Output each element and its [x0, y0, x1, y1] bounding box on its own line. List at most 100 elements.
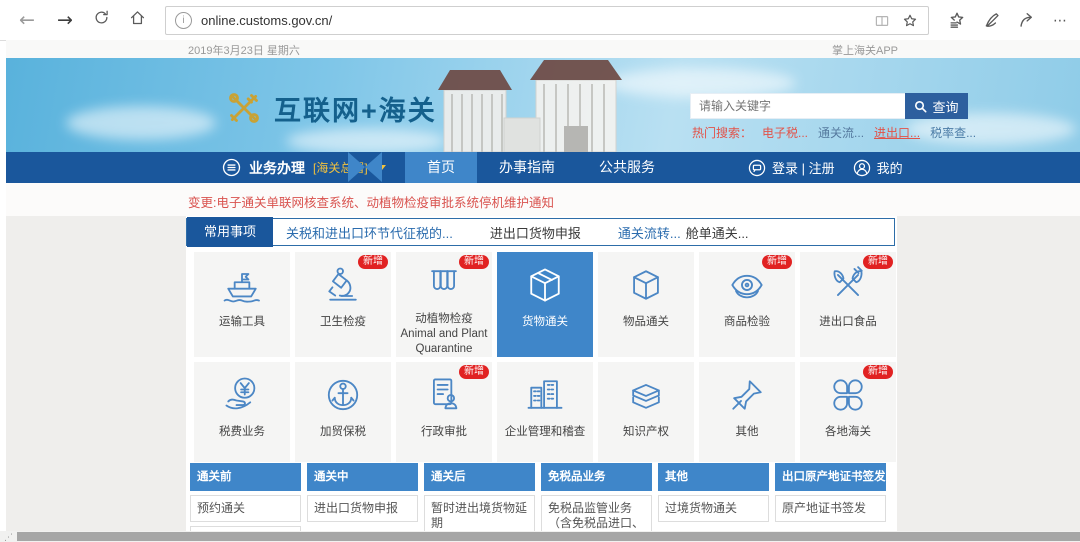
browser-toolbar: ← → i online.customs.gov.cn/ ⋯: [0, 0, 1080, 41]
new-badge: 新增: [459, 255, 489, 269]
favorite-star-icon[interactable]: [902, 13, 918, 29]
browser-window: ← → i online.customs.gov.cn/ ⋯ 2019年3月23…: [0, 0, 1080, 542]
service-card-1[interactable]: 卫生检疫 新增: [295, 252, 391, 357]
category-item[interactable]: 预约通关: [190, 495, 301, 522]
home-icon[interactable]: [124, 7, 150, 33]
nav-item-2[interactable]: 公共服务: [577, 152, 677, 183]
new-badge: 新增: [863, 365, 893, 379]
microscope-icon: [321, 261, 365, 309]
tab-3[interactable]: 通关流转...: [618, 223, 681, 242]
site-topbar: 2019年3月23日 星期六 掌上海关APP: [6, 40, 1080, 58]
more-menu-icon[interactable]: ⋯: [1053, 12, 1068, 29]
service-label: 企业管理和稽查: [502, 425, 589, 440]
service-label: 运输工具: [216, 315, 268, 330]
service-label: 货物通关: [519, 315, 571, 330]
service-card-11[interactable]: 知识产权: [598, 362, 694, 462]
search-input[interactable]: [690, 93, 907, 119]
category-header[interactable]: 通关后: [424, 463, 535, 491]
test-tubes-icon: [422, 261, 466, 306]
cloud-decoration: [66, 106, 216, 140]
hot-search-link-2[interactable]: 进出口...: [874, 124, 920, 141]
tab-0[interactable]: 常用事项: [187, 217, 273, 247]
business-menu-label: 业务办理: [249, 158, 305, 178]
horizontal-scrollbar[interactable]: ⋰: [0, 531, 1080, 542]
hot-search-label: 热门搜索：: [692, 124, 752, 141]
cube-icon: [624, 261, 668, 309]
category-header[interactable]: 免税品业务: [541, 463, 652, 491]
service-card-5[interactable]: 商品检验新增: [699, 252, 795, 357]
site-info-icon[interactable]: i: [175, 12, 192, 29]
annotate-pen-icon[interactable]: [983, 11, 1001, 29]
service-card-12[interactable]: 其他: [699, 362, 795, 462]
search-button[interactable]: 查询: [905, 93, 968, 119]
hot-search-link-3[interactable]: 税率查...: [930, 124, 976, 141]
service-card-3[interactable]: 货物通关: [497, 252, 593, 357]
service-label: 行政审批: [418, 425, 470, 440]
nav-arrow-decoration: [348, 152, 382, 183]
service-label: 各地海关: [822, 425, 874, 440]
services-grid: 运输工具卫生检疫新增动植物检疫 Animal and Plant Quarant…: [194, 252, 896, 462]
site-logo[interactable]: 互联网+海关: [222, 88, 437, 128]
category-column-5: 出口原产地证书签发原产地证书签发: [775, 463, 886, 522]
login-register-link[interactable]: 登录 | 注册: [748, 158, 835, 177]
service-label: 商品检验: [721, 315, 773, 330]
cutlery-icon: [826, 261, 870, 309]
category-column-1: 通关中进出口货物申报: [307, 463, 418, 522]
category-header[interactable]: 其他: [658, 463, 769, 491]
notice-link[interactable]: 变更:电子通关单联网核查系统、动植物检疫审批系统停机维护通知: [188, 192, 554, 211]
service-card-0[interactable]: 运输工具: [194, 252, 290, 357]
service-label: 物品通关: [620, 315, 672, 330]
service-card-7[interactable]: 税费业务: [194, 362, 290, 462]
category-item[interactable]: 进出口货物申报: [307, 495, 418, 522]
category-item[interactable]: 过境货物通关: [658, 495, 769, 522]
service-label: 卫生检疫: [317, 315, 369, 330]
url-text[interactable]: online.customs.gov.cn/: [201, 13, 874, 28]
forward-icon[interactable]: →: [52, 7, 78, 33]
category-tabs: 常用事项关税和进出口环节代征税的... 进出口货物申报 通关流转... 舱单通关...: [186, 218, 895, 246]
service-card-9[interactable]: 行政审批新增: [396, 362, 492, 462]
nav-item-0[interactable]: 首页: [405, 152, 477, 183]
hot-search-link-0[interactable]: 电子税...: [762, 124, 808, 141]
back-icon[interactable]: ←: [14, 7, 40, 33]
service-card-2[interactable]: 动植物检疫 Animal and Plant Quarantine新增: [396, 252, 492, 357]
nav-item-1[interactable]: 办事指南: [477, 152, 577, 183]
scrollbar-thumb[interactable]: [17, 532, 1080, 541]
main-content: 常用事项关税和进出口环节代征税的... 进出口货物申报 通关流转... 舱单通关...…: [186, 216, 897, 542]
my-account-link[interactable]: 我的: [853, 158, 903, 177]
refresh-icon[interactable]: [88, 7, 114, 33]
category-header[interactable]: 通关中: [307, 463, 418, 491]
favorites-hub-icon[interactable]: [948, 11, 966, 29]
reading-view-icon[interactable]: [874, 13, 890, 29]
service-card-8[interactable]: 加贸保税: [295, 362, 391, 462]
date-label: 2019年3月23日 星期六: [188, 42, 300, 58]
account-area: 登录 | 注册 我的: [748, 152, 903, 183]
category-item[interactable]: 原产地证书签发: [775, 495, 886, 522]
category-header[interactable]: 通关前: [190, 463, 301, 491]
anchor-icon: [321, 371, 365, 419]
service-label: 知识产权: [620, 425, 672, 440]
main-navbar: 业务办理 [海关总署] 首页办事指南公共服务 登录 | 注册 我的: [6, 152, 1080, 183]
address-bar[interactable]: i online.customs.gov.cn/: [165, 6, 929, 35]
service-card-13[interactable]: 各地海关 新增: [800, 362, 896, 462]
menu-circle-icon: [222, 158, 241, 177]
service-label: 加贸保税: [317, 425, 369, 440]
service-card-10[interactable]: 企业管理和稽查: [497, 362, 593, 462]
notice-bar: 变更:电子通关单联网核查系统、动植物检疫审批系统停机维护通知: [6, 183, 1080, 216]
category-column-2: 通关后暂时进出境货物延期: [424, 463, 535, 537]
search-icon: [914, 100, 927, 113]
site-title: 互联网+海关: [274, 89, 437, 128]
new-badge: 新增: [358, 255, 388, 269]
service-card-6[interactable]: 进出口食品新增: [800, 252, 896, 357]
hot-search-link-1[interactable]: 通关流...: [818, 124, 864, 141]
books-icon: [624, 371, 668, 419]
primary-menu: 首页办事指南公共服务: [405, 152, 677, 183]
tab-1[interactable]: 关税和进出口环节代征税的...: [286, 223, 453, 242]
category-column-4: 其他过境货物通关: [658, 463, 769, 522]
tab-4[interactable]: 舱单通关...: [686, 223, 749, 242]
service-card-4[interactable]: 物品通关: [598, 252, 694, 357]
tab-2[interactable]: 进出口货物申报: [490, 223, 581, 242]
pushpin-icon: [725, 371, 769, 419]
category-header[interactable]: 出口原产地证书签发: [775, 463, 886, 491]
mobile-app-link[interactable]: 掌上海关APP: [832, 42, 898, 58]
share-icon[interactable]: [1018, 11, 1036, 29]
